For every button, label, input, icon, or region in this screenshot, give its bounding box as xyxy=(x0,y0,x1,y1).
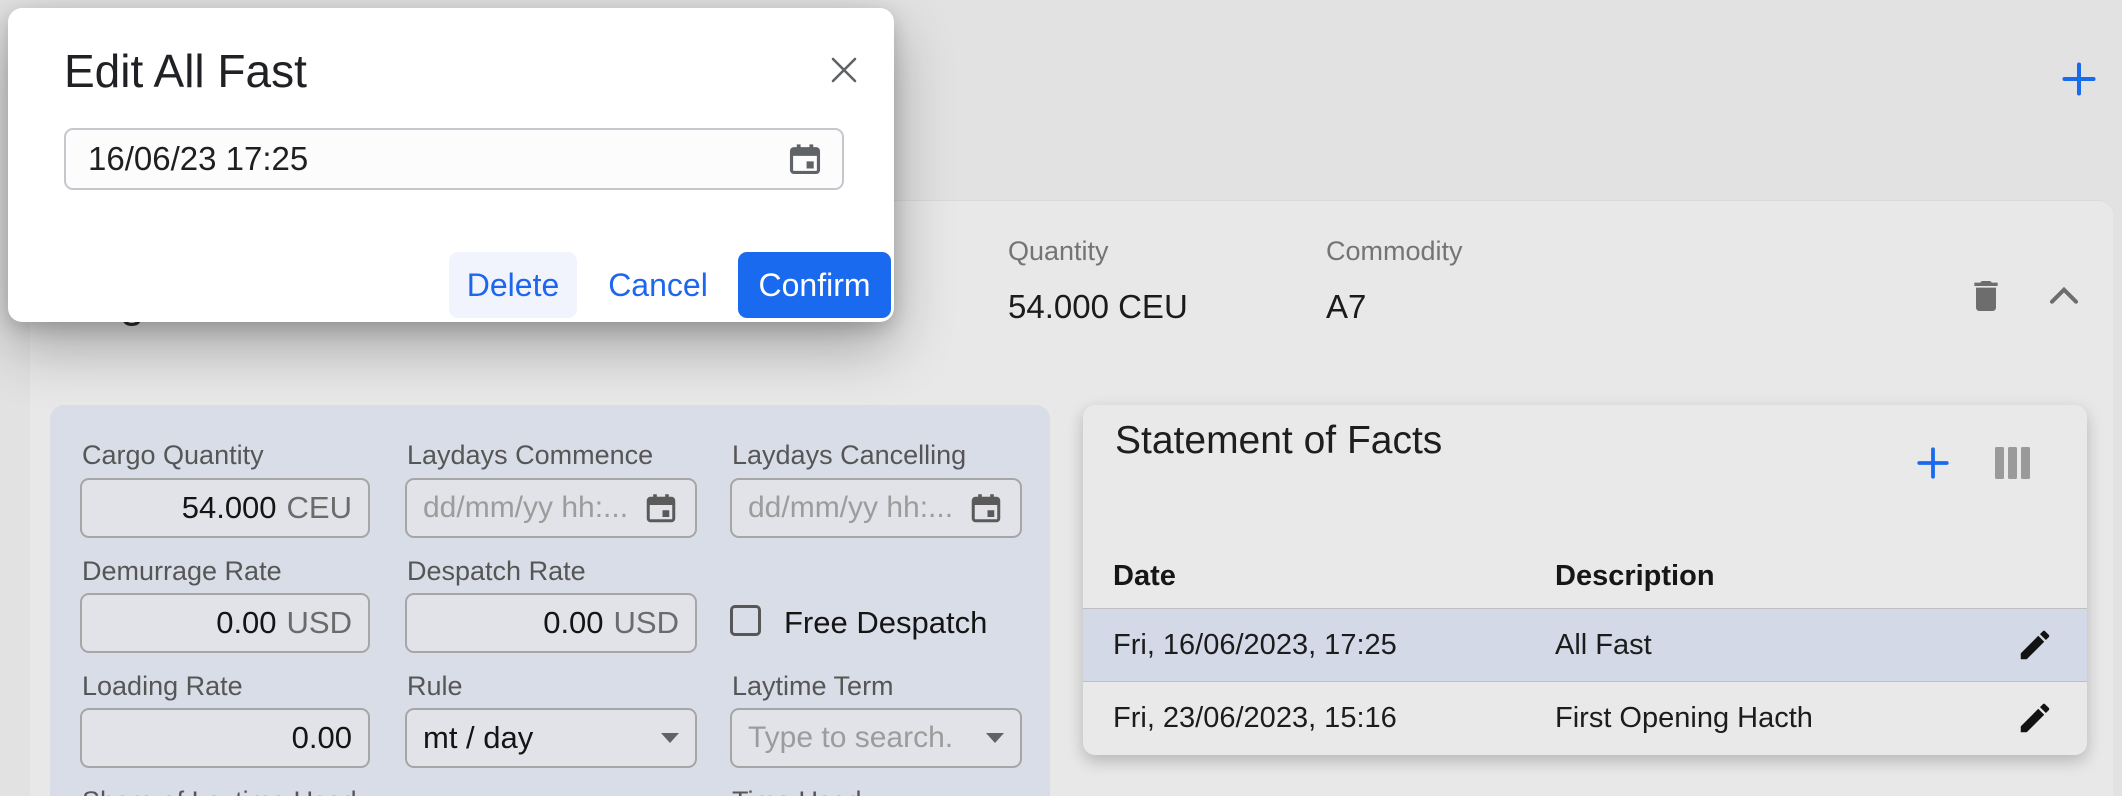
edit-row-button[interactable] xyxy=(2016,626,2054,664)
free-despatch-checkbox[interactable] xyxy=(730,605,761,636)
laydays-commence-placeholder: dd/mm/yy hh:... xyxy=(423,491,635,525)
demurrage-rate-field[interactable]: 0.00 USD xyxy=(80,593,370,653)
cargo-quantity-label: Cargo Quantity xyxy=(82,440,264,471)
date-column-header: Date xyxy=(1113,560,1555,593)
despatch-rate-unit: USD xyxy=(614,605,679,641)
loading-rate-field[interactable]: 0.00 xyxy=(80,708,370,768)
confirm-button[interactable]: Confirm xyxy=(738,252,891,318)
delete-button[interactable]: Delete xyxy=(449,252,577,318)
row-description: All Fast xyxy=(1555,629,1983,662)
rule-select[interactable]: mt / day xyxy=(405,708,697,768)
pencil-icon xyxy=(2021,704,2050,733)
page: Quantity 54.000 CEU Commodity A7 Cargo Q… xyxy=(0,0,2122,796)
laydays-commence-field[interactable]: dd/mm/yy hh:... xyxy=(405,478,697,538)
statement-of-facts-title: Statement of Facts xyxy=(1115,419,1442,463)
despatch-rate-label: Despatch Rate xyxy=(407,556,586,587)
date-input[interactable] xyxy=(88,140,786,178)
laytime-term-label: Laytime Term xyxy=(732,671,894,702)
cancel-button[interactable]: Cancel xyxy=(596,252,720,318)
laydays-commence-label: Laydays Commence xyxy=(407,440,653,471)
calendar-icon[interactable] xyxy=(968,490,1004,526)
laytime-term-select[interactable]: Type to search. xyxy=(730,708,1022,768)
rule-value: mt / day xyxy=(423,720,661,756)
column-settings-button[interactable] xyxy=(1993,447,2033,479)
trash-icon xyxy=(1974,281,1997,311)
demurrage-rate-value: 0.00 xyxy=(216,605,276,641)
edit-all-fast-dialog: Edit All Fast Delete Cancel Confirm xyxy=(8,8,894,322)
row-description: First Opening Hacth xyxy=(1555,702,1983,735)
quantity-label: Quantity xyxy=(1008,236,1109,267)
despatch-rate-field[interactable]: 0.00 USD xyxy=(405,593,697,653)
chevron-up-icon xyxy=(2052,290,2076,302)
commodity-label: Commodity xyxy=(1326,236,1463,267)
add-cargo-button[interactable] xyxy=(2060,60,2098,98)
loading-rate-label: Loading Rate xyxy=(82,671,243,702)
plus-icon xyxy=(2064,64,2093,93)
collapse-section-button[interactable] xyxy=(2048,284,2080,306)
dialog-title: Edit All Fast xyxy=(64,44,307,98)
calendar-icon[interactable] xyxy=(786,140,824,178)
add-sof-entry-button[interactable] xyxy=(1915,445,1951,481)
chevron-down-caret xyxy=(661,733,679,743)
cargo-quantity-unit: CEU xyxy=(287,490,352,526)
description-column-header: Description xyxy=(1555,560,1715,593)
laydays-cancelling-placeholder: dd/mm/yy hh:... xyxy=(748,491,960,525)
rule-label: Rule xyxy=(407,671,463,702)
demurrage-rate-label: Demurrage Rate xyxy=(82,556,282,587)
free-despatch-label: Free Despatch xyxy=(784,605,987,641)
loading-rate-value: 0.00 xyxy=(292,720,352,756)
columns-icon xyxy=(1995,447,2030,479)
cargo-quantity-field[interactable]: 54.000 CEU xyxy=(80,478,370,538)
sof-table-header: Date Description xyxy=(1083,545,2087,608)
quantity-value: 54.000 CEU xyxy=(1008,288,1188,326)
time-used-label: Time Used xyxy=(732,786,862,796)
close-dialog-button[interactable] xyxy=(824,50,864,90)
date-input-wrapper xyxy=(64,128,844,190)
chevron-down-caret xyxy=(986,733,1004,743)
calendar-icon[interactable] xyxy=(643,490,679,526)
table-row[interactable]: Fri, 23/06/2023, 15:16 First Opening Hac… xyxy=(1083,681,2087,754)
commodity-value: A7 xyxy=(1326,288,1366,326)
plus-icon xyxy=(1919,449,1947,477)
table-row[interactable]: Fri, 16/06/2023, 17:25 All Fast xyxy=(1083,608,2087,681)
despatch-rate-value: 0.00 xyxy=(543,605,603,641)
pencil-icon xyxy=(2021,631,2050,660)
laydays-cancelling-label: Laydays Cancelling xyxy=(732,440,966,471)
edit-row-button[interactable] xyxy=(2016,699,2054,737)
delete-cargo-button[interactable] xyxy=(1966,276,2006,316)
share-of-laytime-used-label: Share of Laytime Used xyxy=(82,786,357,796)
demurrage-rate-unit: USD xyxy=(287,605,352,641)
laytime-term-placeholder: Type to search. xyxy=(748,721,986,755)
cargo-quantity-value: 54.000 xyxy=(182,490,277,526)
statement-of-facts-card: Statement of Facts Date Description Fri,… xyxy=(1083,405,2087,755)
close-icon xyxy=(833,59,855,81)
laydays-cancelling-field[interactable]: dd/mm/yy hh:... xyxy=(730,478,1022,538)
row-date: Fri, 16/06/2023, 17:25 xyxy=(1113,629,1555,662)
row-date: Fri, 23/06/2023, 15:16 xyxy=(1113,702,1555,735)
